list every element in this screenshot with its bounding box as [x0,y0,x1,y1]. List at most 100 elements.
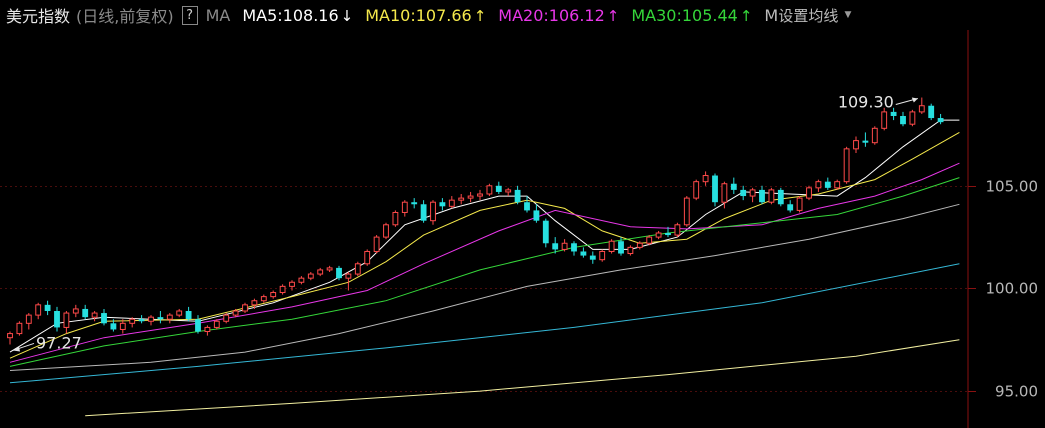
candle-body [618,241,624,254]
candle-body [853,140,859,150]
ma-line-ma30 [9,177,960,367]
candle-body [354,263,361,275]
candle-body [279,285,286,294]
candle-body [777,189,784,205]
candle [166,313,173,324]
candle [909,109,916,127]
candle [260,294,267,303]
y-tick-label: 95.00 [995,383,1038,401]
candle-body [439,202,446,207]
candle [458,194,465,205]
candle [514,185,521,205]
candle [420,200,427,223]
candle-body [138,319,145,322]
candle-body [524,202,530,211]
candle [862,132,869,147]
candle-body [420,204,427,221]
candle-body [627,246,634,255]
candle-body [223,314,230,322]
ma5-value: MA5:108.16 ↓ [242,6,353,25]
ma10-text: MA10:107.66 [365,5,472,25]
candle [392,210,399,227]
candle [749,187,756,203]
candle [589,251,596,264]
candle-body [665,233,671,236]
candle-body [213,320,220,328]
ma-label: MA [205,5,231,25]
candles [7,97,944,345]
candle-body [937,118,944,123]
candle-body [871,127,878,144]
candle-body [768,189,775,203]
candle-body [110,323,117,330]
candle-body [176,310,183,316]
ma-line-ma10 [9,131,960,359]
ma30-arrow-icon: ↑ [739,6,753,25]
candle-body [542,220,549,244]
candle-body [693,181,700,199]
candle [326,265,333,272]
candle [242,302,248,314]
ma20-arrow-icon: ↑ [606,6,620,25]
candle-body [101,313,107,324]
help-icon[interactable]: ? [181,5,198,25]
candle [486,183,493,197]
ma10-value: MA10:107.66 ↑ [365,6,486,25]
candle-body [824,181,831,188]
candle-body [505,189,512,193]
candle [777,187,784,207]
annotations: 109.30 97.27 [12,93,918,352]
candle [185,306,192,322]
candle-body [759,189,765,203]
candle-body [806,187,812,199]
candle [82,304,89,320]
candle-body [495,185,502,192]
moving-average-lines [9,119,960,417]
candle [505,187,512,197]
candle [806,185,812,201]
candle-body [683,197,690,226]
candle-body [289,281,295,287]
candle-body [918,105,925,113]
y-axis-ticks: 95.00 100.00 105.00 [968,178,1038,401]
candle-body [909,111,916,125]
candle-body [119,322,126,330]
candle [439,198,446,211]
candle-body [862,140,869,143]
candle [674,222,681,238]
candle-body [270,292,277,298]
candle-body [326,267,333,271]
candle [336,265,342,281]
candle [448,196,455,209]
ma10-arrow-icon: ↑ [473,6,487,25]
candle-body [307,273,314,279]
candlestick-chart[interactable]: 95.00 100.00 105.00 109.30 97.27 [0,30,1045,428]
candle-body [467,195,474,199]
ma20-text: MA20:106.12 [498,5,605,25]
candle [571,241,577,256]
candle-body [373,236,380,252]
set-ma-button[interactable]: 设置均线 ▼ [778,5,851,26]
candle [72,304,79,318]
ma5-text: MA5:108.16 [242,5,339,25]
candle-body [411,202,418,205]
candle-body [35,304,42,316]
candle [768,187,775,205]
candle [279,284,286,295]
candle-body [561,242,568,250]
candle [655,230,662,240]
candle [354,261,361,277]
chart-subtitle: (日线,前复权) [76,7,174,26]
candle-body [486,185,493,195]
chart-header: 美元指数 (日线,前复权) ? MA MA5:108.16 ↓ MA10:107.… [0,0,1045,30]
candle-body [242,304,248,312]
low-arrowhead-icon [13,346,20,352]
candle-body [533,210,540,221]
candle-body [477,193,483,197]
candle-body [674,224,681,236]
candle [683,196,690,227]
candle-body [890,111,897,116]
candle [204,325,211,336]
candle [157,311,164,324]
candle-body [148,316,154,322]
